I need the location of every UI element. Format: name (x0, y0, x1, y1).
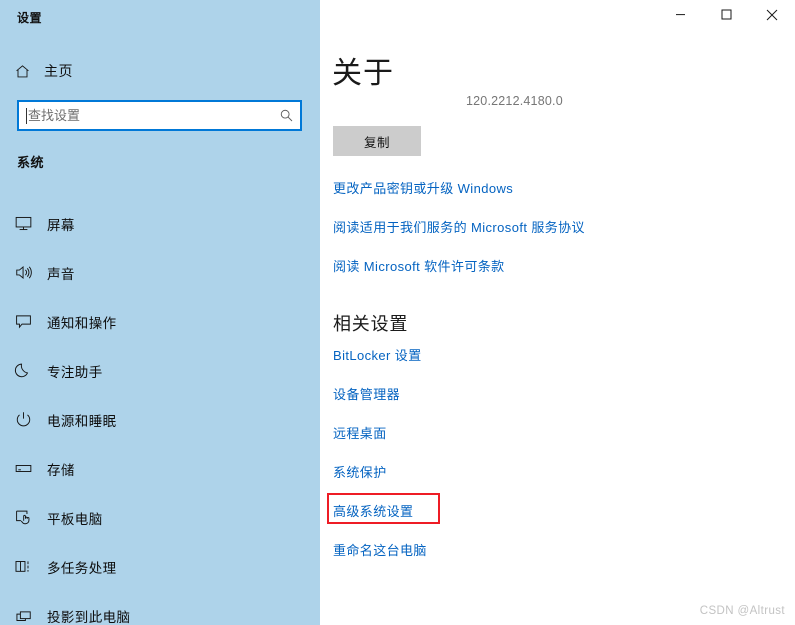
copy-button[interactable]: 复制 (333, 126, 421, 156)
sidebar-item-storage-label: 存储 (47, 462, 75, 478)
settings-window: 设置 主页 系统 (0, 0, 795, 625)
sidebar-item-sound[interactable]: 声音 (0, 248, 320, 297)
minimize-button[interactable] (657, 0, 703, 29)
link-change-product-key[interactable]: 更改产品密钥或升级 Windows (333, 178, 513, 197)
storage-icon (0, 459, 47, 478)
sidebar-item-display[interactable]: 屏幕 (0, 199, 320, 248)
tablet-icon (0, 508, 47, 527)
sidebar-nav-list: 屏幕 声音 通知和操作 专注助手 电源和睡眠 存储 平板电脑 多任务处理 投影到… (0, 199, 320, 625)
search-box[interactable] (17, 100, 302, 131)
window-controls (657, 0, 795, 29)
version-text: 120.2212.4180.0 (466, 94, 563, 108)
sidebar-item-notifications-label: 通知和操作 (47, 315, 117, 331)
sidebar-item-focus-assist-label: 专注助手 (47, 364, 103, 380)
monitor-icon (0, 214, 47, 233)
sidebar-item-sound-label: 声音 (47, 266, 75, 282)
link-microsoft-services-agreement[interactable]: 阅读适用于我们服务的 Microsoft 服务协议 (333, 217, 585, 236)
project-icon (0, 606, 47, 625)
maximize-button[interactable] (703, 0, 749, 29)
sidebar-item-home[interactable]: 主页 (0, 55, 320, 87)
main-content: 关于 120.2212.4180.0 复制 更改产品密钥或升级 Windows … (320, 0, 795, 625)
link-rename-this-pc[interactable]: 重命名这台电脑 (333, 540, 427, 559)
app-title: 设置 (17, 11, 43, 25)
speaker-icon (0, 263, 47, 282)
watermark: CSDN @Altrust (699, 605, 785, 617)
home-icon (0, 63, 44, 80)
sidebar-item-tablet[interactable]: 平板电脑 (0, 493, 320, 542)
link-remote-desktop[interactable]: 远程桌面 (333, 423, 387, 442)
sidebar-item-power-sleep-label: 电源和睡眠 (47, 413, 117, 429)
sidebar-item-home-label: 主页 (44, 63, 73, 79)
sidebar-item-projecting-label: 投影到此电脑 (47, 609, 131, 625)
link-system-protection[interactable]: 系统保护 (333, 462, 387, 481)
sidebar-item-power-sleep[interactable]: 电源和睡眠 (0, 395, 320, 444)
sidebar-item-display-label: 屏幕 (47, 217, 75, 233)
multitasking-icon (0, 557, 47, 576)
sidebar-item-storage[interactable]: 存储 (0, 444, 320, 493)
sidebar-item-multitasking[interactable]: 多任务处理 (0, 542, 320, 591)
search-icon[interactable] (272, 108, 300, 123)
related-settings-title: 相关设置 (333, 314, 409, 334)
moon-icon (0, 361, 47, 380)
sidebar-item-tablet-label: 平板电脑 (47, 511, 103, 527)
link-device-manager[interactable]: 设备管理器 (333, 384, 400, 403)
link-microsoft-software-license-terms[interactable]: 阅读 Microsoft 软件许可条款 (333, 256, 505, 275)
page-title: 关于 (332, 57, 394, 90)
link-bitlocker-settings[interactable]: BitLocker 设置 (333, 345, 422, 364)
sidebar-item-multitasking-label: 多任务处理 (47, 560, 117, 576)
link-advanced-system-settings[interactable]: 高级系统设置 (333, 501, 413, 520)
sidebar-section-title: 系统 (17, 155, 45, 170)
sidebar: 设置 主页 系统 (0, 0, 320, 625)
sidebar-item-notifications[interactable]: 通知和操作 (0, 297, 320, 346)
sidebar-item-focus-assist[interactable]: 专注助手 (0, 346, 320, 395)
notification-icon (0, 312, 47, 331)
search-input[interactable] (27, 102, 272, 129)
sidebar-item-projecting[interactable]: 投影到此电脑 (0, 591, 320, 625)
close-button[interactable] (749, 0, 795, 29)
power-icon (0, 410, 47, 429)
